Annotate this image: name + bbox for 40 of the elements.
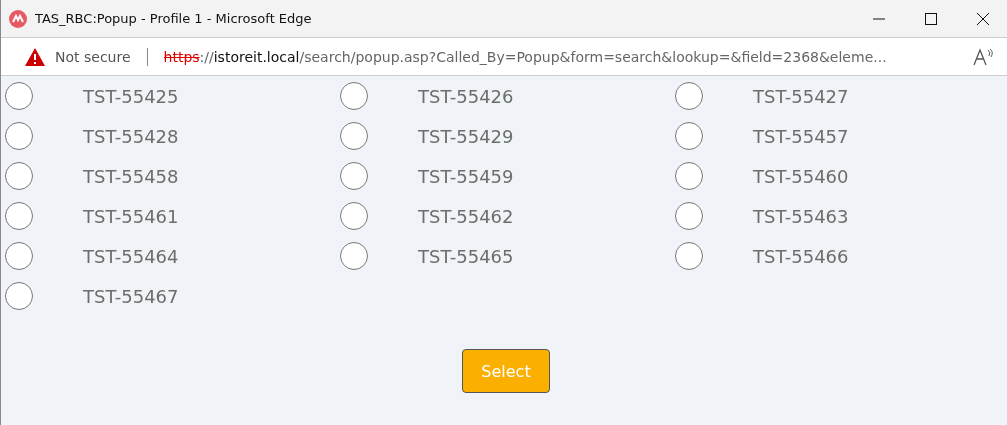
security-label[interactable]: Not secure (55, 48, 131, 65)
radio-button[interactable] (675, 242, 703, 270)
radio-button[interactable] (340, 162, 368, 190)
option-label: TST-55466 (753, 245, 849, 267)
option-label: TST-55429 (418, 125, 514, 147)
radio-button[interactable] (340, 202, 368, 230)
option-label: TST-55427 (753, 85, 849, 107)
radio-button[interactable] (675, 122, 703, 150)
radio-button[interactable] (340, 122, 368, 150)
option-label: TST-55457 (753, 125, 849, 147)
window-title: TAS_RBC:Popup - Profile 1 - Microsoft Edge (35, 11, 313, 26)
option-label: TST-55467 (83, 285, 179, 307)
radio-button[interactable] (5, 242, 33, 270)
radio-button[interactable] (5, 122, 33, 150)
option-label: TST-55425 (83, 85, 179, 107)
warning-icon (25, 47, 45, 66)
radio-button[interactable] (5, 162, 33, 190)
option-label: TST-55463 (753, 205, 849, 227)
radio-button[interactable] (340, 242, 368, 270)
option-label: TST-55458 (83, 165, 179, 187)
close-icon[interactable] (977, 12, 989, 25)
read-aloud-icon[interactable] (973, 47, 995, 66)
url-text[interactable]: https://istoreit.local/search/popup.asp?Called_By=Popup&form=search&lookup=&field=2368&eleme... (163, 48, 963, 65)
option-label: TST-55459 (418, 165, 514, 187)
browser-logo-icon (9, 9, 27, 28)
maximize-icon[interactable] (925, 12, 937, 25)
radio-button[interactable] (5, 202, 33, 230)
option-label: TST-55460 (753, 165, 849, 187)
radio-button[interactable] (5, 82, 33, 110)
option-label: TST-55465 (418, 245, 514, 267)
option-label: TST-55428 (83, 125, 179, 147)
option-label: TST-55461 (83, 205, 179, 227)
option-label: TST-55426 (418, 85, 514, 107)
radio-button[interactable] (340, 82, 368, 110)
radio-button[interactable] (675, 82, 703, 110)
radio-button[interactable] (675, 162, 703, 190)
radio-button[interactable] (675, 202, 703, 230)
radio-button[interactable] (5, 282, 33, 310)
option-label: TST-55464 (83, 245, 179, 267)
option-label: TST-55462 (418, 205, 514, 227)
